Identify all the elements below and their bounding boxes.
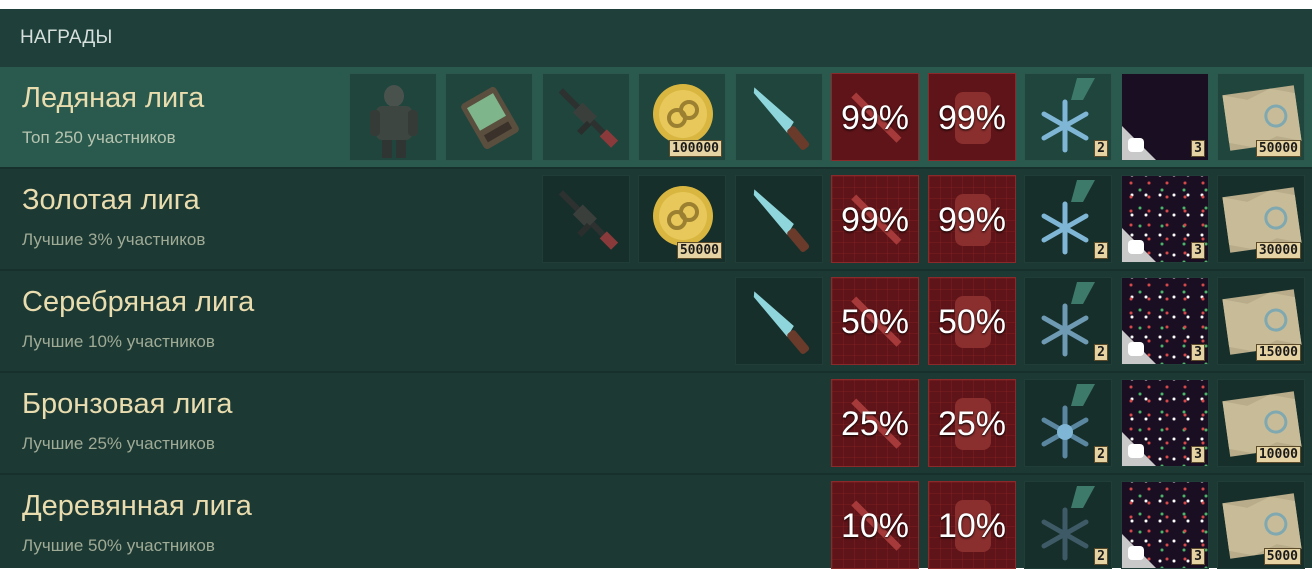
reward-medal[interactable]: 2: [1024, 73, 1112, 161]
reward-count: 50000: [676, 242, 722, 259]
booster-percent: 99%: [840, 201, 910, 239]
reward-map[interactable]: 10000: [1217, 379, 1305, 467]
knife-icon: [753, 291, 810, 354]
league-row-bronze[interactable]: Бронзовая лига Лучшие 25% участников 25%…: [0, 373, 1312, 475]
league-name: Ледяная лига: [22, 82, 205, 114]
reward-armor-booster[interactable]: 99%: [928, 73, 1016, 161]
league-row-gold[interactable]: Золотая лига Лучшие 3% участников 50000 …: [0, 169, 1312, 271]
reward-pattern[interactable]: 3: [1121, 73, 1209, 161]
reward-armor-booster[interactable]: 10%: [928, 481, 1016, 569]
reward-coins[interactable]: 50000: [638, 175, 726, 263]
reward-count: 2: [1094, 446, 1108, 463]
booster-percent: 50%: [840, 303, 910, 341]
league-condition: Лучшие 3% участников: [22, 230, 206, 249]
reward-armor-booster[interactable]: 99%: [928, 175, 1016, 263]
reward-rifle[interactable]: [542, 73, 630, 161]
reward-coins[interactable]: 100000: [638, 73, 726, 161]
booster-percent: 10%: [840, 507, 910, 545]
reward-armor-booster[interactable]: 25%: [928, 379, 1016, 467]
reward-weapon-booster[interactable]: 99%: [831, 73, 919, 161]
league-name: Серебряная лига: [22, 286, 255, 318]
reward-count: 50000: [1255, 140, 1301, 157]
reward-count: 2: [1094, 344, 1108, 361]
reward-armor-booster[interactable]: 50%: [928, 277, 1016, 365]
reward-weapon-booster[interactable]: 10%: [831, 481, 919, 569]
rewards-header: НАГРАДЫ: [0, 9, 1312, 67]
reward-count: 3: [1191, 548, 1205, 565]
booster-percent: 99%: [840, 99, 910, 137]
reward-medal[interactable]: 2: [1024, 481, 1112, 569]
device-icon: [461, 86, 519, 150]
booster-percent: 25%: [937, 405, 1007, 443]
reward-pattern[interactable]: 3: [1121, 277, 1209, 365]
reward-count: 3: [1191, 242, 1205, 259]
league-condition: Лучшие 50% участников: [22, 536, 215, 555]
reward-armor[interactable]: [349, 73, 437, 161]
rifle-icon: [558, 190, 619, 250]
league-name: Деревянная лига: [22, 490, 252, 522]
knife-icon: [753, 87, 810, 150]
reward-pattern[interactable]: 3: [1121, 379, 1209, 467]
league-condition: Топ 250 участников: [22, 128, 176, 147]
booster-percent: 99%: [937, 99, 1007, 137]
rewards-panel: НАГРАДЫ Ледяная лига Топ 250 участников …: [0, 9, 1312, 569]
reward-pattern[interactable]: 3: [1121, 175, 1209, 263]
booster-percent: 10%: [937, 507, 1007, 545]
league-condition: Лучшие 25% участников: [22, 434, 215, 453]
reward-knife[interactable]: [735, 175, 823, 263]
reward-count: 3: [1191, 140, 1205, 157]
reward-count: 2: [1094, 548, 1108, 565]
reward-knife[interactable]: [735, 73, 823, 161]
league-row-silver[interactable]: Серебряная лига Лучшие 10% участников 50…: [0, 271, 1312, 373]
reward-knife[interactable]: [735, 277, 823, 365]
reward-weapon-booster[interactable]: 50%: [831, 277, 919, 365]
knife-icon: [753, 189, 810, 252]
armor-icon: [370, 85, 418, 158]
reward-rifle[interactable]: [542, 175, 630, 263]
rifle-icon: [558, 88, 619, 148]
reward-map[interactable]: 15000: [1217, 277, 1305, 365]
booster-percent: 99%: [937, 201, 1007, 239]
reward-count: 10000: [1255, 446, 1301, 463]
reward-map[interactable]: 30000: [1217, 175, 1305, 263]
reward-medal[interactable]: 2: [1024, 175, 1112, 263]
reward-count: 30000: [1255, 242, 1301, 259]
reward-medal[interactable]: 2: [1024, 379, 1112, 467]
reward-count: 3: [1191, 446, 1205, 463]
booster-percent: 25%: [840, 405, 910, 443]
reward-count: 2: [1094, 140, 1108, 157]
league-row-ice[interactable]: Ледяная лига Топ 250 участников 100000 9…: [0, 67, 1312, 169]
league-name: Бронзовая лига: [22, 388, 233, 420]
booster-percent: 50%: [937, 303, 1007, 341]
rewards-title: НАГРАДЫ: [20, 27, 113, 48]
reward-device[interactable]: [445, 73, 533, 161]
reward-weapon-booster[interactable]: 25%: [831, 379, 919, 467]
reward-medal[interactable]: 2: [1024, 277, 1112, 365]
league-condition: Лучшие 10% участников: [22, 332, 215, 351]
reward-map[interactable]: 5000: [1217, 481, 1305, 569]
reward-count: 3: [1191, 344, 1205, 361]
reward-count: 5000: [1263, 548, 1301, 565]
league-row-wood[interactable]: Деревянная лига Лучшие 50% участников 10…: [0, 475, 1312, 569]
reward-count: 2: [1094, 242, 1108, 259]
reward-weapon-booster[interactable]: 99%: [831, 175, 919, 263]
reward-map[interactable]: 50000: [1217, 73, 1305, 161]
reward-count: 100000: [669, 140, 722, 157]
league-name: Золотая лига: [22, 184, 200, 216]
reward-pattern[interactable]: 3: [1121, 481, 1209, 569]
reward-count: 15000: [1255, 344, 1301, 361]
